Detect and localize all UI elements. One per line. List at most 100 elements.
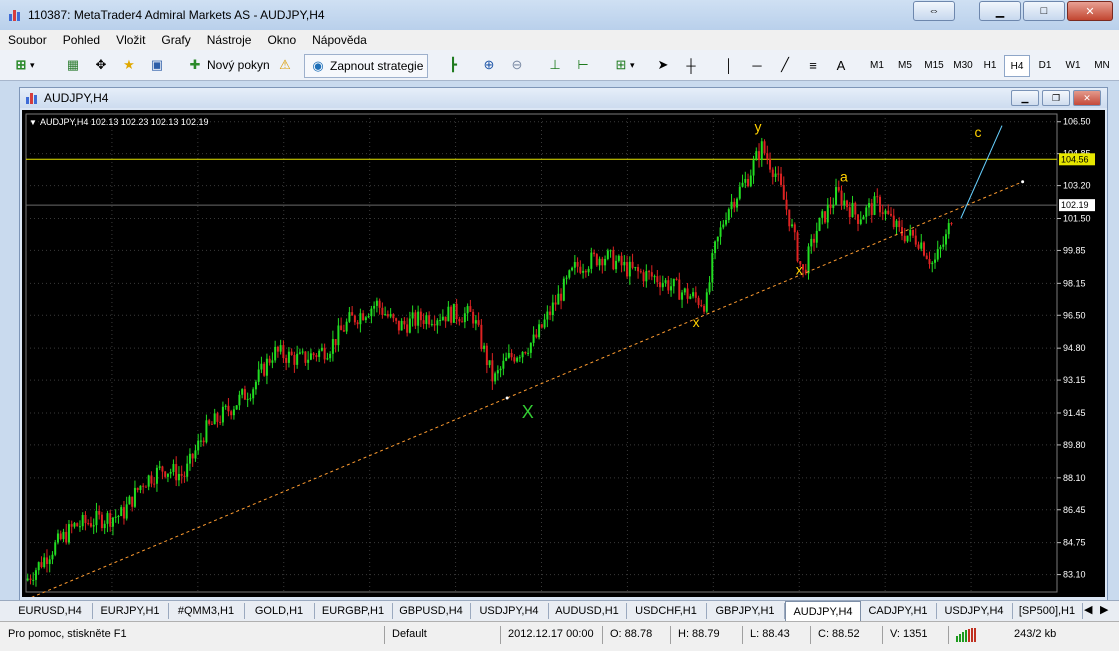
candle-body (681, 292, 684, 300)
timeframe-h4[interactable]: H4 (1004, 55, 1030, 77)
new-order-icon: ✚ (189, 57, 201, 72)
bar-chart-button[interactable]: ┣ (444, 54, 462, 76)
menu-soubor[interactable]: Soubor (0, 33, 55, 47)
candle-body (840, 190, 843, 206)
tab-usdchf-h1[interactable]: USDCHF,H1 (626, 603, 707, 619)
timeframe-d1[interactable]: D1 (1033, 55, 1057, 75)
menu-grafy[interactable]: Grafy (153, 33, 198, 47)
candle-body (89, 523, 92, 527)
cursor-arrow-icon: ➤ (657, 57, 669, 72)
candle-body (285, 358, 288, 363)
tab-eurjpy-h1[interactable]: EURJPY,H1 (92, 603, 169, 619)
status-separator (810, 626, 811, 644)
timeframe-mn[interactable]: MN (1090, 55, 1114, 75)
trendline-button[interactable]: ╱ (776, 54, 794, 76)
price-chart[interactable]: 106.50104.85103.20101.5099.8598.1596.509… (22, 110, 1105, 597)
maximize-button[interactable]: □ (1023, 1, 1065, 21)
timeframe-m5[interactable]: M5 (892, 55, 918, 75)
chart-close-button[interactable]: ✕ (1073, 90, 1101, 106)
timeframe-m15[interactable]: M15 (920, 55, 948, 75)
candle-body (912, 229, 915, 236)
menu-vlozit[interactable]: Vložit (108, 33, 153, 47)
candle-body (494, 373, 497, 382)
tab-gold-h1[interactable]: GOLD,H1 (244, 603, 315, 619)
vertical-line-button[interactable]: │ (720, 54, 738, 76)
timeframe-w1[interactable]: W1 (1061, 55, 1085, 75)
wave-label-X: X (522, 402, 534, 422)
candle-body (642, 272, 645, 282)
new-chart-button[interactable]: ⊞ ▾ (12, 54, 35, 76)
close-button[interactable]: ✕ (1067, 1, 1113, 21)
menu-nastroje[interactable]: Nástroje (199, 33, 260, 47)
chart-shift-button[interactable]: ⊥ (546, 54, 564, 76)
menu-napoveda[interactable]: Nápověda (304, 33, 375, 47)
menu-bar: Soubor Pohled Vložit Grafy Nástroje Okno… (0, 30, 1119, 50)
timeframe-m1[interactable]: M1 (864, 55, 890, 75)
tab-usdjpy-h4-2[interactable]: USDJPY,H4 (936, 603, 1013, 619)
crosshair-button[interactable]: ┼ (682, 54, 700, 76)
candle-body (488, 360, 491, 366)
navigator-button[interactable]: ▣ (148, 54, 166, 76)
autoscroll-button[interactable]: ⊢ (574, 54, 592, 76)
new-order-button[interactable]: ✚ Nový pokyn (186, 54, 270, 76)
menu-okno[interactable]: Okno (259, 33, 304, 47)
tab-gbpjpy-h1[interactable]: GBPJPY,H1 (706, 603, 785, 619)
candle-body (469, 306, 472, 312)
tab-scroll-right-icon[interactable]: ▶ (1100, 603, 1108, 616)
favorites-button[interactable]: ★ (120, 54, 138, 76)
candle-body (870, 203, 873, 215)
candle-body (587, 268, 590, 273)
menu-pohled[interactable]: Pohled (55, 33, 108, 47)
text-tool-button[interactable]: A (832, 54, 850, 76)
swap-icon[interactable]: ⇔ (913, 1, 955, 21)
cursor-button[interactable]: ➤ (654, 54, 672, 76)
chart-window-icon (26, 93, 37, 104)
candle-body (100, 514, 103, 529)
metatrader-app-icon (9, 10, 20, 21)
candle-body (197, 440, 200, 451)
tab-gbpusd-h4[interactable]: GBPUSD,H4 (392, 603, 471, 619)
tab-usdjpy-h4[interactable]: USDJPY,H4 (470, 603, 549, 619)
chart-window: AUDJPY,H4 ▁ ❐ ✕ 106.50104.85103.20101.50… (19, 87, 1108, 602)
tab-cadjpy-h1[interactable]: CADJPY,H1 (860, 603, 937, 619)
zoom-in-button[interactable]: ⊕ (480, 54, 498, 76)
zoom-out-icon: ⊖ (511, 57, 523, 72)
tab-sp500-h1[interactable]: [SP500],H1 (1012, 603, 1083, 619)
candle-body (323, 347, 326, 360)
timeframe-h1[interactable]: H1 (978, 55, 1002, 75)
tab-qmm3-h1[interactable]: #QMM3,H1 (168, 603, 245, 619)
candle-body (87, 523, 90, 525)
fibonacci-button[interactable]: ≡ (804, 54, 822, 76)
candle-body (249, 398, 252, 400)
candle-body (150, 475, 153, 484)
chart-restore-button[interactable]: ❐ (1042, 90, 1070, 106)
chart-minimize-button[interactable]: ▁ (1011, 90, 1039, 106)
candle-body (59, 533, 62, 540)
candle-body (474, 320, 477, 324)
symbol-header: AUDJPY,H4 102.13 102.23 102.13 102.19 (40, 117, 208, 127)
candle-body (670, 286, 673, 291)
tab-audjpy-h4[interactable]: AUDJPY,H4 (785, 601, 861, 621)
tab-eurgbp-h1[interactable]: EURGBP,H1 (314, 603, 393, 619)
candle-body (98, 510, 101, 515)
profiles-button[interactable]: ▦ (64, 54, 82, 76)
timeframe-m30[interactable]: M30 (949, 55, 977, 75)
tab-eurusd-h4[interactable]: EURUSD,H4 (8, 603, 93, 619)
alert-button[interactable]: ⚠ (276, 54, 294, 76)
tab-scroll-left-icon[interactable]: ◀ (1084, 603, 1092, 616)
indicators-button[interactable]: ⊞ ▾ (612, 54, 635, 76)
candle-body (551, 302, 554, 316)
candle-body (315, 355, 318, 357)
horizontal-line-button[interactable]: ─ (748, 54, 766, 76)
candle-body (84, 514, 87, 524)
candle-body (590, 252, 593, 269)
candle-body (703, 305, 706, 312)
candle-body (142, 485, 145, 487)
strategy-button[interactable]: ◉ Zapnout strategie (304, 54, 429, 78)
tab-audusd-h1[interactable]: AUDUSD,H1 (548, 603, 627, 619)
zoom-out-button[interactable]: ⊖ (508, 54, 526, 76)
candle-body (879, 196, 882, 213)
candle-body (40, 562, 43, 568)
minimize-button[interactable]: ▁ (979, 1, 1021, 21)
crosshair-move-button[interactable]: ✥ (92, 54, 110, 76)
